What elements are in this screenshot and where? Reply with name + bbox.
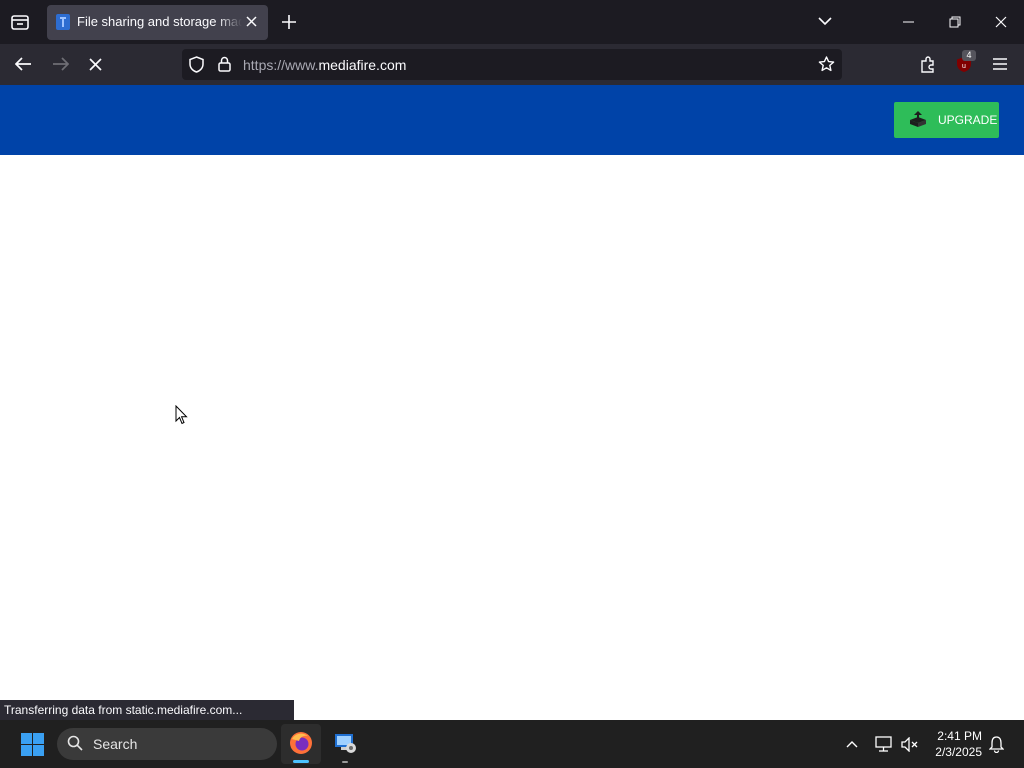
firefox-view-icon[interactable] bbox=[10, 13, 30, 31]
tab-title: File sharing and storage made simple bbox=[77, 14, 242, 29]
back-icon[interactable] bbox=[15, 57, 32, 71]
upgrade-label: UPGRADE bbox=[938, 113, 998, 127]
open-app-indicator bbox=[342, 761, 348, 763]
upgrade-box-icon bbox=[910, 111, 926, 127]
notification-bell-icon[interactable] bbox=[989, 736, 1004, 753]
site-header bbox=[0, 85, 1024, 155]
minimize-icon[interactable] bbox=[903, 21, 914, 23]
active-app-indicator bbox=[293, 760, 309, 763]
show-hidden-icons-chevron-icon[interactable] bbox=[846, 740, 858, 748]
windows-start-icon[interactable] bbox=[21, 733, 44, 756]
url-domain: mediafire.com bbox=[318, 57, 407, 73]
bookmark-star-icon[interactable] bbox=[818, 56, 835, 72]
url-text[interactable]: https://www.mediafire.com bbox=[243, 57, 406, 73]
menu-hamburger-icon[interactable] bbox=[993, 58, 1007, 70]
forward-icon bbox=[53, 57, 69, 71]
clock-time[interactable]: 2:41 PM bbox=[930, 729, 982, 743]
close-tab-icon[interactable] bbox=[246, 16, 257, 27]
restore-icon[interactable] bbox=[949, 16, 961, 28]
search-label: Search bbox=[93, 736, 138, 752]
mediafire-favicon-icon bbox=[56, 14, 70, 30]
tracking-protection-shield-icon[interactable] bbox=[189, 56, 204, 73]
svg-text:u: u bbox=[962, 63, 966, 70]
new-tab-icon[interactable] bbox=[282, 15, 296, 29]
close-window-icon[interactable] bbox=[995, 16, 1007, 28]
lock-icon[interactable] bbox=[218, 56, 231, 72]
extension-badge: 4 bbox=[962, 50, 976, 61]
network-icon[interactable] bbox=[875, 736, 893, 752]
url-prefix: https://www. bbox=[243, 57, 319, 73]
status-bar: Transferring data from static.mediafire.… bbox=[0, 700, 294, 720]
remote-desktop-app-icon[interactable] bbox=[333, 731, 357, 755]
firefox-app-icon[interactable] bbox=[289, 731, 313, 755]
stop-loading-icon[interactable] bbox=[89, 58, 102, 71]
clock-date[interactable]: 2/3/2025 bbox=[930, 745, 982, 759]
search-icon bbox=[67, 735, 83, 751]
upgrade-button[interactable]: UPGRADE bbox=[894, 102, 999, 138]
taskbar-search-box[interactable] bbox=[57, 728, 277, 760]
mouse-cursor-icon bbox=[175, 405, 188, 425]
extensions-puzzle-icon[interactable] bbox=[920, 56, 937, 73]
volume-muted-icon[interactable] bbox=[901, 737, 918, 752]
list-all-tabs-icon[interactable] bbox=[818, 17, 832, 26]
